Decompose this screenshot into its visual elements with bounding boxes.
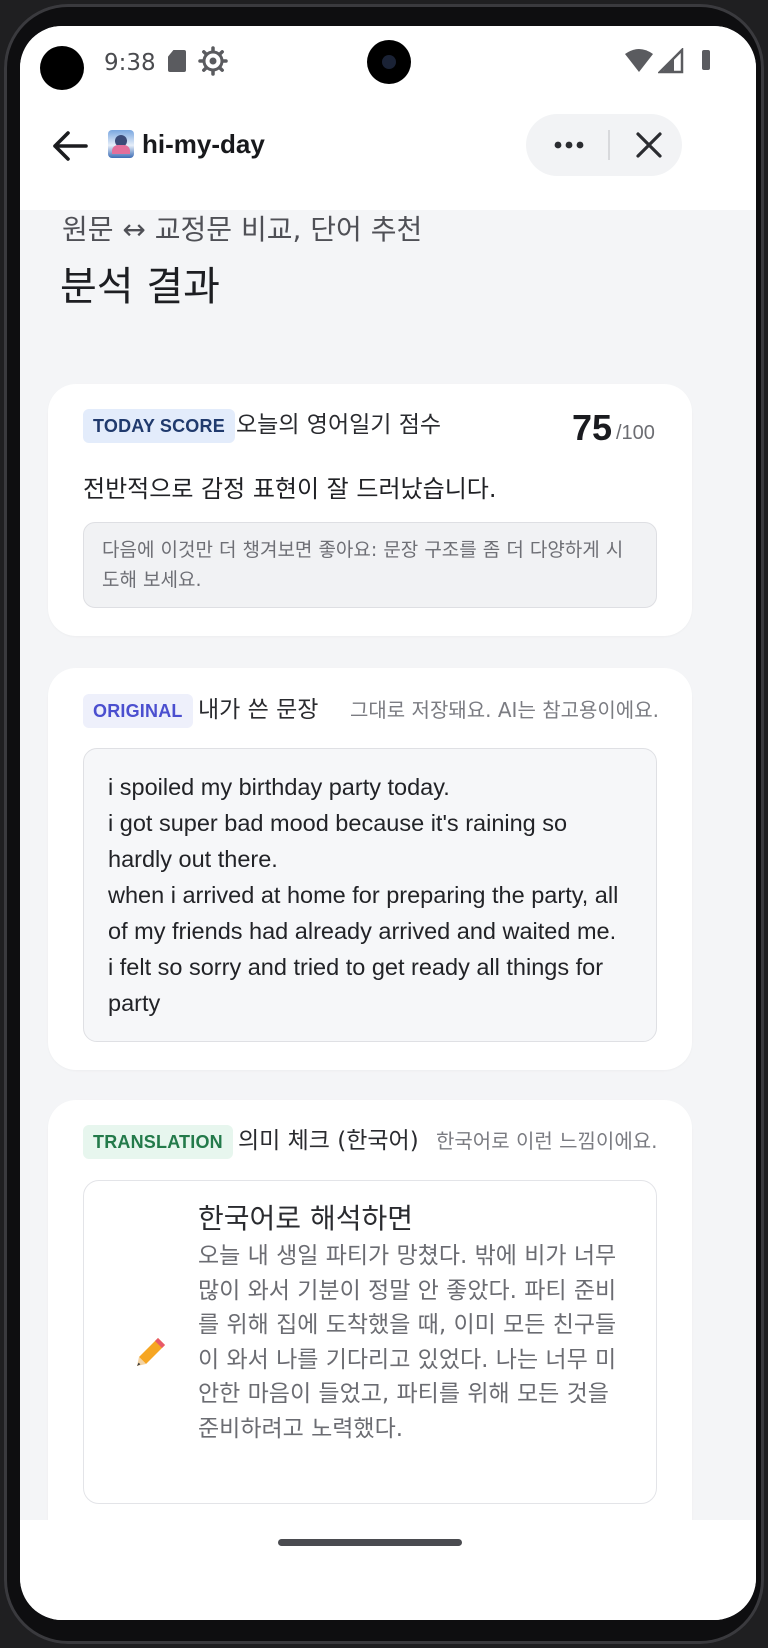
gear-icon bbox=[198, 46, 228, 76]
translation-card: TRANSLATION 의미 체크 (한국어) 한국어로 이런 느낌이에요. 한… bbox=[48, 1100, 692, 1520]
translation-heading: 한국어로 해석하면 bbox=[198, 1202, 413, 1235]
translation-box: 한국어로 해석하면 오늘 내 생일 파티가 망쳤다. 밖에 비가 너무 많이 와… bbox=[83, 1180, 657, 1504]
mini-program-capsule bbox=[526, 114, 682, 176]
page-title: 분석 결과 bbox=[60, 264, 220, 310]
original-text: i spoiled my birthday party today. i got… bbox=[108, 774, 619, 1016]
score-value: 75 bbox=[572, 407, 613, 448]
battery-icon bbox=[702, 50, 710, 70]
original-text-box: i spoiled my birthday party today. i got… bbox=[83, 748, 657, 1042]
app-header: hi-my-day bbox=[20, 98, 756, 210]
back-arrow-icon bbox=[53, 131, 88, 161]
home-indicator[interactable] bbox=[278, 1539, 462, 1546]
wifi-icon bbox=[625, 49, 653, 72]
close-icon bbox=[636, 132, 662, 158]
translation-chip: TRANSLATION bbox=[83, 1125, 233, 1159]
close-button[interactable] bbox=[620, 114, 678, 176]
status-bar: 9:38 bbox=[20, 26, 756, 98]
signal-icon bbox=[658, 48, 684, 74]
translation-body: 오늘 내 생일 파티가 망쳤다. 밖에 비가 너무 많이 와서 기분이 정말 안… bbox=[198, 1243, 617, 1442]
status-camera-dot bbox=[40, 46, 84, 90]
capsule-divider bbox=[608, 130, 610, 160]
original-card-label: 내가 쓴 문장 bbox=[198, 697, 319, 723]
translation-card-hint: 한국어로 이런 느낌이에요. bbox=[436, 1129, 658, 1153]
app-title: hi-my-day bbox=[142, 129, 265, 159]
score-summary: 전반적으로 감정 표현이 잘 드러났습니다. bbox=[83, 475, 497, 503]
translation-card-label: 의미 체크 (한국어) bbox=[238, 1128, 419, 1154]
score-card-label: 오늘의 영어일기 점수 bbox=[236, 412, 442, 438]
page-subtitle: 원문 ↔ 교정문 비교, 단어 추천 bbox=[62, 213, 423, 246]
more-button[interactable] bbox=[538, 114, 600, 176]
improvement-tip: 다음에 이것만 더 챙겨보면 좋아요: 문장 구조를 좀 더 다양하게 시도해 … bbox=[83, 522, 657, 608]
more-dots-icon bbox=[554, 141, 584, 149]
system-nav-bar bbox=[20, 1520, 756, 1620]
original-card: ORIGINAL 내가 쓴 문장 그대로 저장돼요. AI는 참고용이에요. i… bbox=[48, 668, 692, 1070]
pencil-icon bbox=[137, 1338, 165, 1366]
front-camera bbox=[367, 40, 411, 84]
back-button[interactable] bbox=[48, 124, 92, 168]
score-card: TODAY SCORE 오늘의 영어일기 점수 75 /100 전반적으로 감정… bbox=[48, 384, 692, 636]
today-score-chip: TODAY SCORE bbox=[83, 409, 235, 443]
score-max: /100 bbox=[616, 422, 655, 444]
original-chip: ORIGINAL bbox=[83, 694, 193, 728]
original-card-hint: 그대로 저장돼요. AI는 참고용이에요. bbox=[350, 698, 659, 722]
app-logo bbox=[108, 130, 134, 158]
screen: 9:38 hi-my-day 원문 ↔ 교정문 비교, 단어 추천 분석 결과 … bbox=[20, 26, 756, 1620]
content-scroll[interactable]: 원문 ↔ 교정문 비교, 단어 추천 분석 결과 TODAY SCORE 오늘의… bbox=[20, 210, 756, 1520]
sd-card-icon bbox=[168, 50, 186, 72]
status-time: 9:38 bbox=[104, 50, 156, 76]
